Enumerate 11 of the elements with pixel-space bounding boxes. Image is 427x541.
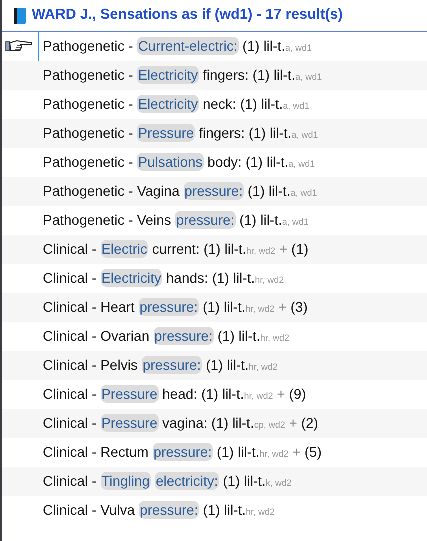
result-entry[interactable]: Clinical - Rectum pressure: (1) lil-t.hr, wd2 + (5) [38, 438, 322, 467]
list-title: WARD J., Sensations as if (wd1) - 17 result(s) [32, 6, 344, 25]
result-entry[interactable]: Pathogenetic - Electricity neck: (1) lil-t.a, wd1 [38, 90, 310, 119]
result-entry[interactable]: Clinical - Pressure head: (1) lil-t.hr, wd2 + (9) [38, 380, 306, 409]
result-entry[interactable]: Pathogenetic - Veins pressure: (1) lil-t.a, wd1 [38, 206, 309, 235]
book-icon [14, 8, 26, 24]
pointing-hand-icon [5, 39, 33, 53]
result-entry[interactable]: Clinical - Electricity hands: (1) lil-t.hr, wd2 [38, 264, 284, 293]
result-entry[interactable]: Clinical - Vulva pressure: (1) lil-t.hr, wd2 [38, 496, 276, 525]
result-entry[interactable]: Pathogenetic - Pulsations body: (1) lil-t.a, wd1 [38, 148, 316, 177]
result-entry[interactable]: Clinical - Ovarian pressure: (1) lil-t.hr, wd2 [38, 322, 290, 351]
